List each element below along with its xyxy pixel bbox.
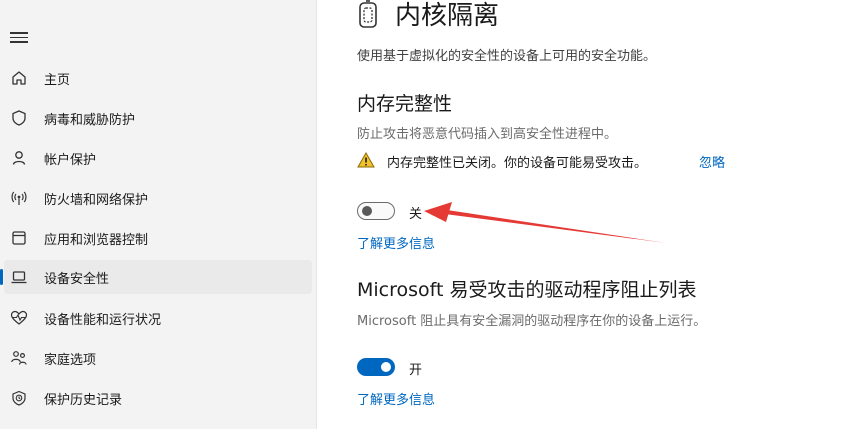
sidebar-item-device-performance[interactable]: 设备性能和运行状况 — [4, 301, 312, 335]
toggle-knob — [381, 362, 391, 372]
wireless-icon — [11, 191, 27, 205]
sidebar-item-label: 设备安全性 — [44, 272, 110, 287]
sidebar-item-family-options[interactable]: 家庭选项 — [4, 341, 312, 375]
page-description: 使用基于虚拟化的安全性的设备上可用的安全功能。 — [357, 49, 657, 64]
active-indicator — [0, 269, 3, 285]
main-content: 内核隔离 使用基于虚拟化的安全性的设备上可用的安全功能。 内存完整性 防止攻击将… — [317, 0, 856, 429]
app-window-icon — [12, 231, 26, 245]
sidebar-item-home[interactable]: 主页 — [4, 61, 312, 95]
driver-blocklist-title: Microsoft 易受攻击的驱动程序阻止列表 — [357, 279, 697, 301]
sidebar-item-label: 家庭选项 — [44, 353, 97, 368]
sidebar-item-label: 防火墙和网络保护 — [44, 193, 149, 208]
sidebar-item-device-security[interactable]: 设备安全性 — [0, 260, 312, 294]
toggle-knob — [362, 206, 372, 216]
laptop-icon — [11, 271, 27, 284]
history-icon — [12, 390, 26, 406]
driver-blocklist-description: Microsoft 阻止具有安全漏洞的驱动程序在你的设备上运行。 — [357, 314, 707, 329]
driver-blocklist-toggle[interactable] — [357, 358, 395, 376]
driver-blocklist-toggle-label: 开 — [409, 363, 423, 378]
sidebar-item-label: 保护历史记录 — [44, 393, 123, 408]
memory-integrity-title: 内存完整性 — [357, 93, 453, 115]
sidebar-item-app-browser-control[interactable]: 应用和浏览器控制 — [4, 221, 312, 255]
home-icon — [12, 71, 26, 85]
sidebar-item-label: 病毒和威胁防护 — [44, 113, 136, 128]
core-isolation-chip-icon — [359, 0, 377, 28]
sidebar-item-label: 主页 — [44, 73, 71, 88]
sidebar: 主页 病毒和威胁防护 帐户保护 防火墙和网络保护 应用和浏览器控制 设备安全性 … — [0, 0, 317, 429]
sidebar-item-protection-history[interactable]: 保护历史记录 — [4, 381, 312, 415]
ignore-link[interactable]: 忽略 — [699, 152, 725, 171]
warning-text: 内存完整性已关闭。你的设备可能易受攻击。 — [387, 156, 648, 171]
sidebar-item-label: 设备性能和运行状况 — [44, 313, 162, 328]
shield-icon — [12, 110, 26, 126]
menu-icon[interactable] — [10, 29, 28, 43]
memory-integrity-toggle[interactable] — [357, 202, 395, 220]
sidebar-item-virus-protection[interactable]: 病毒和威胁防护 — [4, 101, 312, 135]
sidebar-item-label: 应用和浏览器控制 — [44, 233, 149, 248]
sidebar-item-account-protection[interactable]: 帐户保护 — [4, 141, 312, 175]
memory-integrity-toggle-label: 关 — [409, 207, 423, 222]
warning-icon — [357, 152, 375, 168]
back-arrow-icon[interactable] — [10, 0, 24, 4]
person-icon — [12, 151, 26, 165]
page-title: 内核隔离 — [395, 1, 500, 31]
sidebar-item-label: 帐户保护 — [44, 153, 97, 168]
family-icon — [11, 351, 27, 365]
memory-integrity-learn-more-link[interactable]: 了解更多信息 — [357, 233, 435, 252]
sidebar-item-firewall[interactable]: 防火墙和网络保护 — [4, 181, 312, 215]
heart-pulse-icon — [10, 310, 28, 325]
memory-integrity-description: 防止攻击将恶意代码插入到高安全性进程中。 — [357, 127, 618, 142]
driver-blocklist-learn-more-link[interactable]: 了解更多信息 — [357, 389, 435, 408]
